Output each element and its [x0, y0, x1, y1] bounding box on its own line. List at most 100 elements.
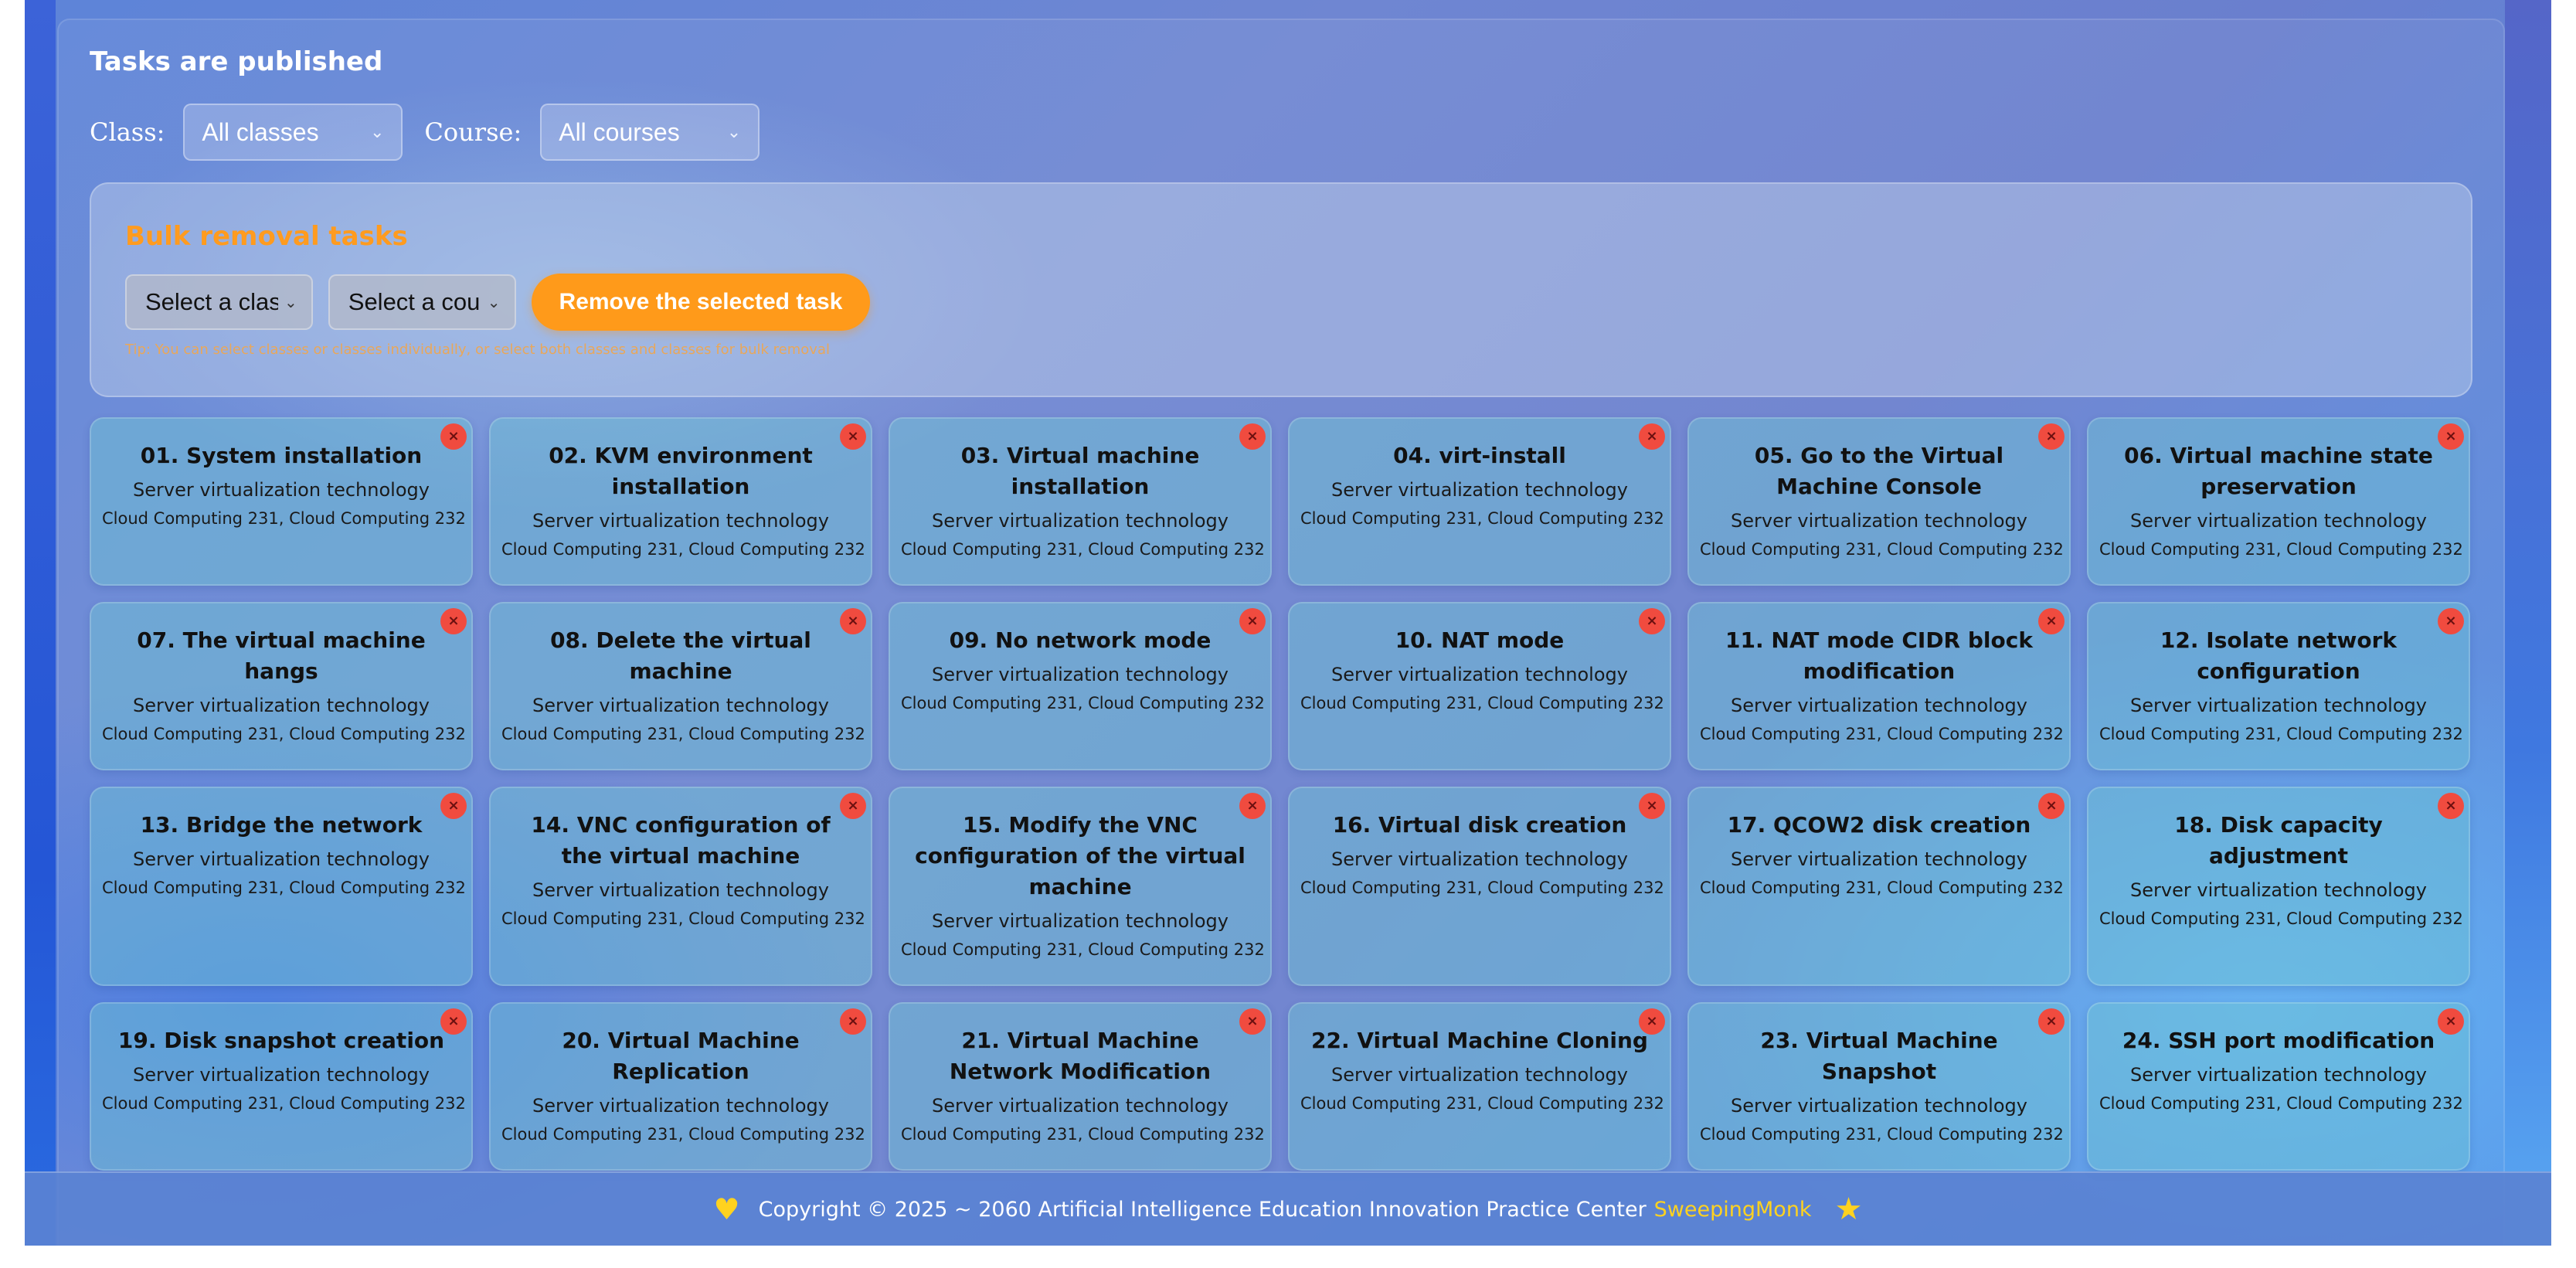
task-card[interactable]: × 09. No network mode Server virtualizatio… — [889, 602, 1272, 770]
footer-copyright: Copyright © 2025 ~ 2060 Artificial Intel… — [758, 1197, 1647, 1222]
task-classes: Cloud Computing 231, Cloud Computing 232 — [501, 1125, 865, 1144]
task-card[interactable]: × 23. Virtual Machine Snapshot Server virt… — [1687, 1002, 2071, 1171]
footer: ♥ Copyright © 2025 ~ 2060 Artificial Int… — [25, 1171, 2551, 1246]
task-title: 11. NAT mode CIDR block modification — [1725, 627, 2033, 684]
task-card[interactable]: × 08. Delete the virtual machine Server vi… — [489, 602, 872, 770]
delete-task-icon[interactable]: × — [1239, 1008, 1266, 1035]
task-title: 04. virt-install — [1393, 443, 1566, 468]
task-title: 13. Bridge the network — [140, 812, 423, 838]
delete-task-icon[interactable]: × — [2038, 423, 2065, 450]
task-title: 02. KVM environment installation — [549, 443, 813, 499]
task-course: Server virtualization technology — [2130, 1064, 2427, 1086]
task-card[interactable]: × 17. QCOW2 disk creation Server virtualiz… — [1687, 787, 2071, 986]
delete-task-icon[interactable]: × — [2038, 1008, 2065, 1035]
task-card[interactable]: × 04. virt-install Server virtualization t… — [1288, 417, 1671, 586]
class-filter-value: All classes — [202, 117, 319, 146]
delete-task-icon[interactable]: × — [840, 1008, 866, 1035]
task-title: 14. VNC configuration of the virtual mac… — [531, 812, 831, 869]
delete-task-icon[interactable]: × — [1639, 423, 1665, 450]
task-course: Server virtualization technology — [532, 879, 829, 901]
task-classes: Cloud Computing 231, Cloud Computing 232 — [102, 509, 466, 528]
delete-task-icon[interactable]: × — [840, 793, 866, 819]
delete-task-icon[interactable]: × — [2038, 793, 2065, 819]
task-card[interactable]: × 22. Virtual Machine Cloning Server virtu… — [1288, 1002, 1671, 1171]
task-classes: Cloud Computing 231, Cloud Computing 232 — [102, 725, 466, 743]
task-title: 19. Disk snapshot creation — [117, 1028, 445, 1053]
chevron-down-icon: ⌄ — [487, 294, 501, 311]
delete-task-icon[interactable]: × — [2438, 793, 2464, 819]
task-title: 03. Virtual machine installation — [960, 443, 1200, 499]
chevron-down-icon: ⌄ — [284, 294, 297, 311]
task-card[interactable]: × 10. NAT mode Server virtualization techn… — [1288, 602, 1671, 770]
task-card[interactable]: × 19. Disk snapshot creation Server virtua… — [90, 1002, 473, 1171]
task-title: 15. Modify the VNC configuration of the … — [915, 812, 1246, 899]
task-card[interactable]: × 12. Isolate network configuration Server… — [2087, 602, 2470, 770]
task-classes: Cloud Computing 231, Cloud Computing 232 — [501, 909, 865, 928]
task-title: 20. Virtual Machine Replication — [562, 1028, 800, 1084]
delete-task-icon[interactable]: × — [1239, 793, 1266, 819]
task-card[interactable]: × 14. VNC configuration of the virtual ma… — [489, 787, 872, 986]
delete-task-icon[interactable]: × — [2438, 1008, 2464, 1035]
course-filter-label: Course: — [424, 117, 522, 147]
delete-task-icon[interactable]: × — [840, 423, 866, 450]
task-card[interactable]: × 21. Virtual Machine Network Modificatio… — [889, 1002, 1272, 1171]
task-title: 17. QCOW2 disk creation — [1727, 812, 2031, 838]
delete-task-icon[interactable]: × — [2438, 423, 2464, 450]
task-card[interactable]: × 06. Virtual machine state preservation S… — [2087, 417, 2470, 586]
bulk-removal-panel: Bulk removal tasks Select a clas ⌄ Selec… — [90, 182, 2472, 397]
delete-task-icon[interactable]: × — [840, 608, 866, 634]
bulk-removal-title: Bulk removal tasks — [125, 221, 408, 252]
task-course: Server virtualization technology — [1331, 664, 1628, 685]
bulk-course-select[interactable]: Select a cou ⌄ — [328, 274, 516, 330]
task-classes: Cloud Computing 231, Cloud Computing 232 — [1300, 509, 1664, 528]
course-filter-select[interactable]: All courses ⌄ — [540, 104, 760, 161]
bulk-class-select[interactable]: Select a clas ⌄ — [125, 274, 313, 330]
task-card[interactable]: × 02. KVM environment installation Server … — [489, 417, 872, 586]
task-card[interactable]: × 05. Go to the Virtual Machine Console Se… — [1687, 417, 2071, 586]
task-title: 24. SSH port modification — [2122, 1028, 2435, 1053]
task-course: Server virtualization technology — [1731, 510, 2027, 532]
task-classes: Cloud Computing 231, Cloud Computing 232 — [1700, 540, 2064, 559]
delete-task-icon[interactable]: × — [2438, 608, 2464, 634]
task-card[interactable]: × 01. System installation Server virtualiz… — [90, 417, 473, 586]
task-course: Server virtualization technology — [1731, 1095, 2027, 1117]
task-title: 12. Isolate network configuration — [2160, 627, 2398, 684]
star-icon: ★ — [1834, 1192, 1863, 1227]
delete-task-icon[interactable]: × — [1239, 423, 1266, 450]
task-card[interactable]: × 07. The virtual machine hangs Server vir… — [90, 602, 473, 770]
task-card[interactable]: × 20. Virtual Machine Replication Server v… — [489, 1002, 872, 1171]
delete-task-icon[interactable]: × — [1639, 793, 1665, 819]
remove-selected-task-button[interactable]: Remove the selected task — [531, 274, 871, 331]
task-card[interactable]: × 11. NAT mode CIDR block modification Ser… — [1687, 602, 2071, 770]
delete-task-icon[interactable]: × — [1239, 608, 1266, 634]
task-course: Server virtualization technology — [1731, 695, 2027, 716]
task-classes: Cloud Computing 231, Cloud Computing 232 — [901, 540, 1265, 559]
delete-task-icon[interactable]: × — [440, 1008, 467, 1035]
task-course: Server virtualization technology — [932, 664, 1229, 685]
task-title: 01. System installation — [140, 443, 423, 468]
task-course: Server virtualization technology — [133, 848, 430, 870]
task-classes: Cloud Computing 231, Cloud Computing 232 — [1700, 879, 2064, 897]
delete-task-icon[interactable]: × — [1639, 608, 1665, 634]
task-course: Server virtualization technology — [932, 510, 1229, 532]
task-course: Server virtualization technology — [532, 510, 829, 532]
task-card[interactable]: × 15. Modify the VNC configuration of the… — [889, 787, 1272, 986]
class-filter-select[interactable]: All classes ⌄ — [183, 104, 403, 161]
task-card[interactable]: × 03. Virtual machine installation Server … — [889, 417, 1272, 586]
delete-task-icon[interactable]: × — [440, 608, 467, 634]
task-title: 21. Virtual Machine Network Modification — [949, 1028, 1212, 1084]
course-filter-value: All courses — [559, 117, 680, 146]
delete-task-icon[interactable]: × — [440, 423, 467, 450]
footer-brand-link[interactable]: SweepingMonk — [1654, 1198, 1812, 1222]
task-card[interactable]: × 13. Bridge the network Server virtualiza… — [90, 787, 473, 986]
delete-task-icon[interactable]: × — [440, 793, 467, 819]
task-card[interactable]: × 18. Disk capacity adjustment Server virt… — [2087, 787, 2470, 986]
delete-task-icon[interactable]: × — [1639, 1008, 1665, 1035]
delete-task-icon[interactable]: × — [2038, 608, 2065, 634]
chevron-down-icon: ⌄ — [726, 122, 742, 141]
task-course: Server virtualization technology — [2130, 879, 2427, 901]
task-card[interactable]: × 16. Virtual disk creation Server virtual… — [1288, 787, 1671, 986]
task-card[interactable]: × 24. SSH port modification Server virtual… — [2087, 1002, 2470, 1171]
task-title: 10. NAT mode — [1395, 627, 1565, 653]
task-classes: Cloud Computing 231, Cloud Computing 232 — [1300, 694, 1664, 712]
